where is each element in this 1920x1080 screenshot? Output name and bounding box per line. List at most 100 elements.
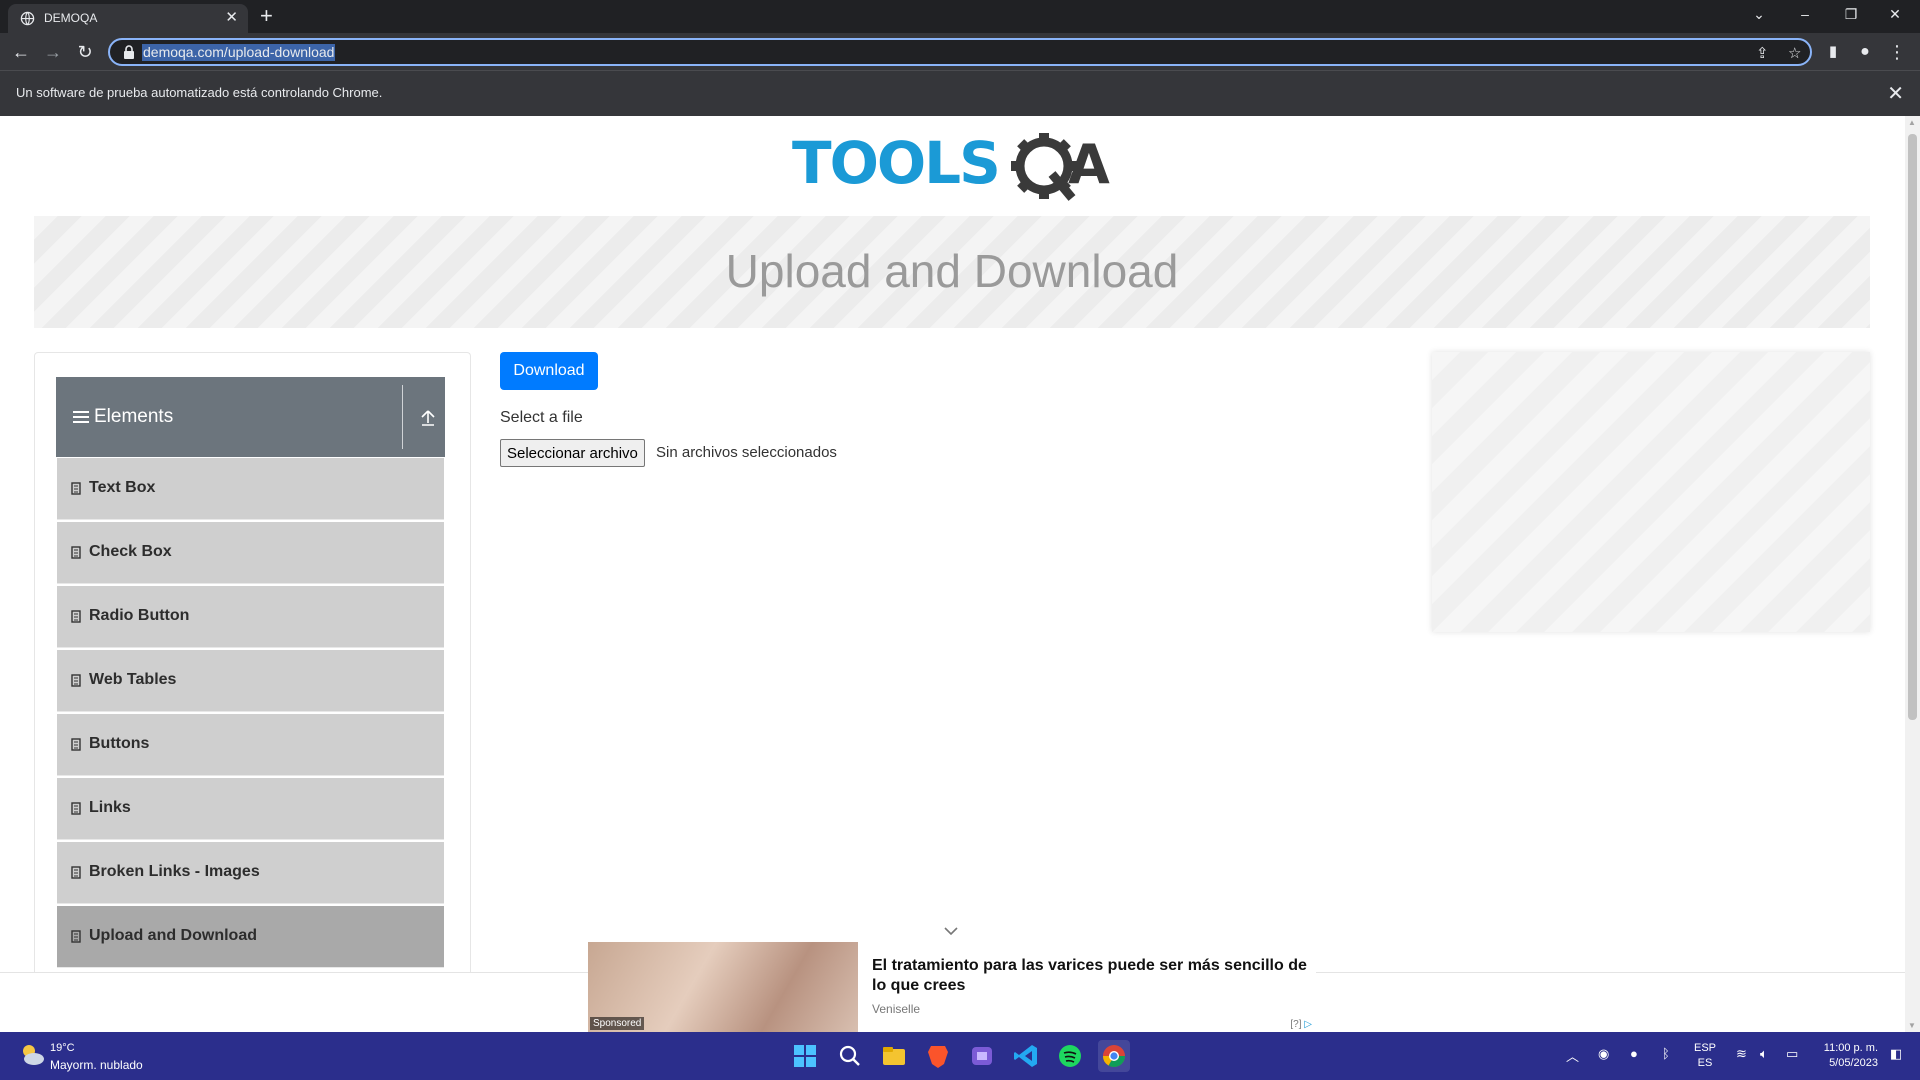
close-tab-icon[interactable]: ✕ [225,9,238,27]
toolsqa-logo[interactable]: TOOLS A [792,128,1116,204]
forward-icon[interactable]: → [40,39,66,65]
restore-icon[interactable]: ❐ [1836,4,1866,24]
list-item-icon [71,930,81,943]
battery-icon[interactable]: ▭ [1786,1046,1798,1062]
keyboard-layout: ES [1697,1057,1713,1069]
sidebar-item-label: Web Tables [89,671,177,688]
svg-text:A: A [1068,133,1110,196]
reload-icon[interactable]: ↻ [72,39,98,65]
window-close-icon[interactable]: ✕ [1880,4,1910,24]
menu-kebab-icon[interactable]: ⋮ [1884,39,1910,65]
ad-image[interactable]: Sponsored [588,942,858,1032]
browser-tab-strip: DEMOQA ✕ + ⌄ – ❐ ✕ [0,0,1920,33]
list-item-icon [71,866,81,879]
sidebar-item-label: Upload and Download [89,927,257,944]
scrollbar-thumb[interactable] [1908,134,1917,720]
weather-cloud-icon[interactable] [18,1042,46,1068]
list-item-icon [71,674,81,687]
adchoices-icon[interactable]: [?] ▷ [1290,1019,1312,1030]
bluetooth-icon[interactable]: ᛒ [1662,1046,1670,1061]
tab-search-icon[interactable]: ⌄ [1744,4,1774,24]
sidebar-item-label: Radio Button [89,607,190,624]
page-scrollbar[interactable]: ▲ ▼ [1905,116,1920,1032]
chrome-icon[interactable] [1098,1040,1130,1072]
side-panel-icon[interactable]: ▮ [1820,39,1846,65]
select-file-label: Select a file [500,409,583,426]
sidebar-item-text-box[interactable]: Text Box [57,458,444,520]
url-text[interactable]: demoqa.com/upload-download [142,44,336,61]
sidebar-item-radio-button[interactable]: Radio Button [57,586,444,648]
list-item-icon [71,802,81,815]
ad-advertiser: Veniselle [872,1002,921,1016]
sidebar-item-label: Broken Links - Images [89,863,260,880]
weather-description[interactable]: Mayorm. nublado [50,1058,143,1072]
brave-browser-icon[interactable] [922,1040,954,1072]
page-title: Upload and Download [725,245,1179,297]
sidebar-item-links[interactable]: Links [57,778,444,840]
scroll-up-icon[interactable]: ▲ [1908,118,1916,127]
download-button[interactable]: Download [500,352,598,390]
adchoice-label: [?] [1290,1019,1302,1030]
lock-icon [124,45,134,59]
tab-title: DEMOQA [44,11,98,25]
search-icon[interactable] [834,1040,866,1072]
weather-temperature[interactable]: 19°C [50,1042,75,1054]
tray-app-icon[interactable]: ◉ [1598,1046,1609,1062]
hamburger-icon [73,411,89,423]
right-ad-placeholder [1432,352,1870,632]
minimize-icon[interactable]: – [1790,4,1820,24]
file-explorer-icon[interactable] [878,1040,910,1072]
automation-infobar: Un software de prueba automatizado está … [0,70,1920,116]
list-item-icon [71,610,81,623]
app-icon[interactable] [966,1040,998,1072]
infobar-close-icon[interactable]: ✕ [1887,81,1904,106]
clock-time: 11:00 p. m. [1823,1042,1878,1054]
sidebar-item-broken-links[interactable]: Broken Links - Images [57,842,444,904]
profile-icon[interactable]: ● [1852,39,1878,65]
sidebar-item-label: Text Box [89,479,156,496]
collapse-arrow-icon[interactable] [420,407,436,427]
choose-file-button[interactable]: Seleccionar archivo [500,439,645,467]
sidebar-item-label: Buttons [89,735,150,752]
sidebar-item-buttons[interactable]: Buttons [57,714,444,776]
elements-group-header[interactable]: Elements [56,377,445,457]
sidebar-item-label: Links [89,799,131,816]
browser-tab[interactable]: DEMOQA ✕ [8,4,248,33]
wifi-icon[interactable]: ≋ [1736,1046,1747,1062]
page-banner: Upload and Download [34,216,1870,328]
address-bar[interactable]: demoqa.com/upload-download ⇪ ☆ [108,38,1812,66]
file-status-text: Sin archivos seleccionados [656,444,837,461]
globe-icon [20,11,35,26]
chevron-down-icon[interactable] [944,926,958,936]
notifications-icon[interactable]: ◧ [1890,1046,1902,1062]
bookmark-star-icon[interactable]: ☆ [1788,44,1801,62]
sidebar-item-label: Check Box [89,543,172,560]
svg-text:TOOLS: TOOLS [792,129,999,197]
header-divider [402,385,403,449]
volume-icon[interactable]: 🔈︎ [1760,1046,1768,1062]
bottom-ad[interactable]: Sponsored El tratamiento para las varice… [588,942,1316,1032]
clock-date: 5/05/2023 [1829,1057,1878,1069]
page-viewport: TOOLS A Upload and Download Elements Tex… [0,116,1920,1032]
language-code: ESP [1694,1042,1717,1054]
sidebar-item-web-tables[interactable]: Web Tables [57,650,444,712]
browser-toolbar: ← → ↻ demoqa.com/upload-download ⇪ ☆ ▮ ●… [0,33,1920,70]
language-indicator[interactable]: ESP ES [1694,1041,1716,1071]
sidebar-item-check-box[interactable]: Check Box [57,522,444,584]
system-clock[interactable]: 11:00 p. m. 5/05/2023 [1812,1041,1878,1071]
new-tab-icon[interactable]: + [260,5,273,27]
group-title: Elements [94,406,174,427]
windows-taskbar: 19°C Mayorm. nublado ︿ ◉ ● ᛒ ESP ES ≋ 🔈︎… [0,1032,1920,1080]
tray-expand-icon[interactable]: ︿ [1566,1046,1579,1065]
list-item-icon [71,738,81,751]
tray-app-icon-2[interactable]: ● [1630,1046,1638,1061]
back-icon[interactable]: ← [8,39,34,65]
spotify-icon[interactable] [1054,1040,1086,1072]
infobar-message: Un software de prueba automatizado está … [16,85,383,100]
scroll-down-icon[interactable]: ▼ [1908,1021,1916,1030]
vscode-icon[interactable] [1010,1040,1042,1072]
share-icon[interactable]: ⇪ [1756,44,1769,62]
sidebar-item-upload-download[interactable]: Upload and Download [57,906,444,968]
ad-headline[interactable]: El tratamiento para las varices puede se… [872,956,1312,996]
windows-start-icon[interactable] [789,1040,821,1072]
